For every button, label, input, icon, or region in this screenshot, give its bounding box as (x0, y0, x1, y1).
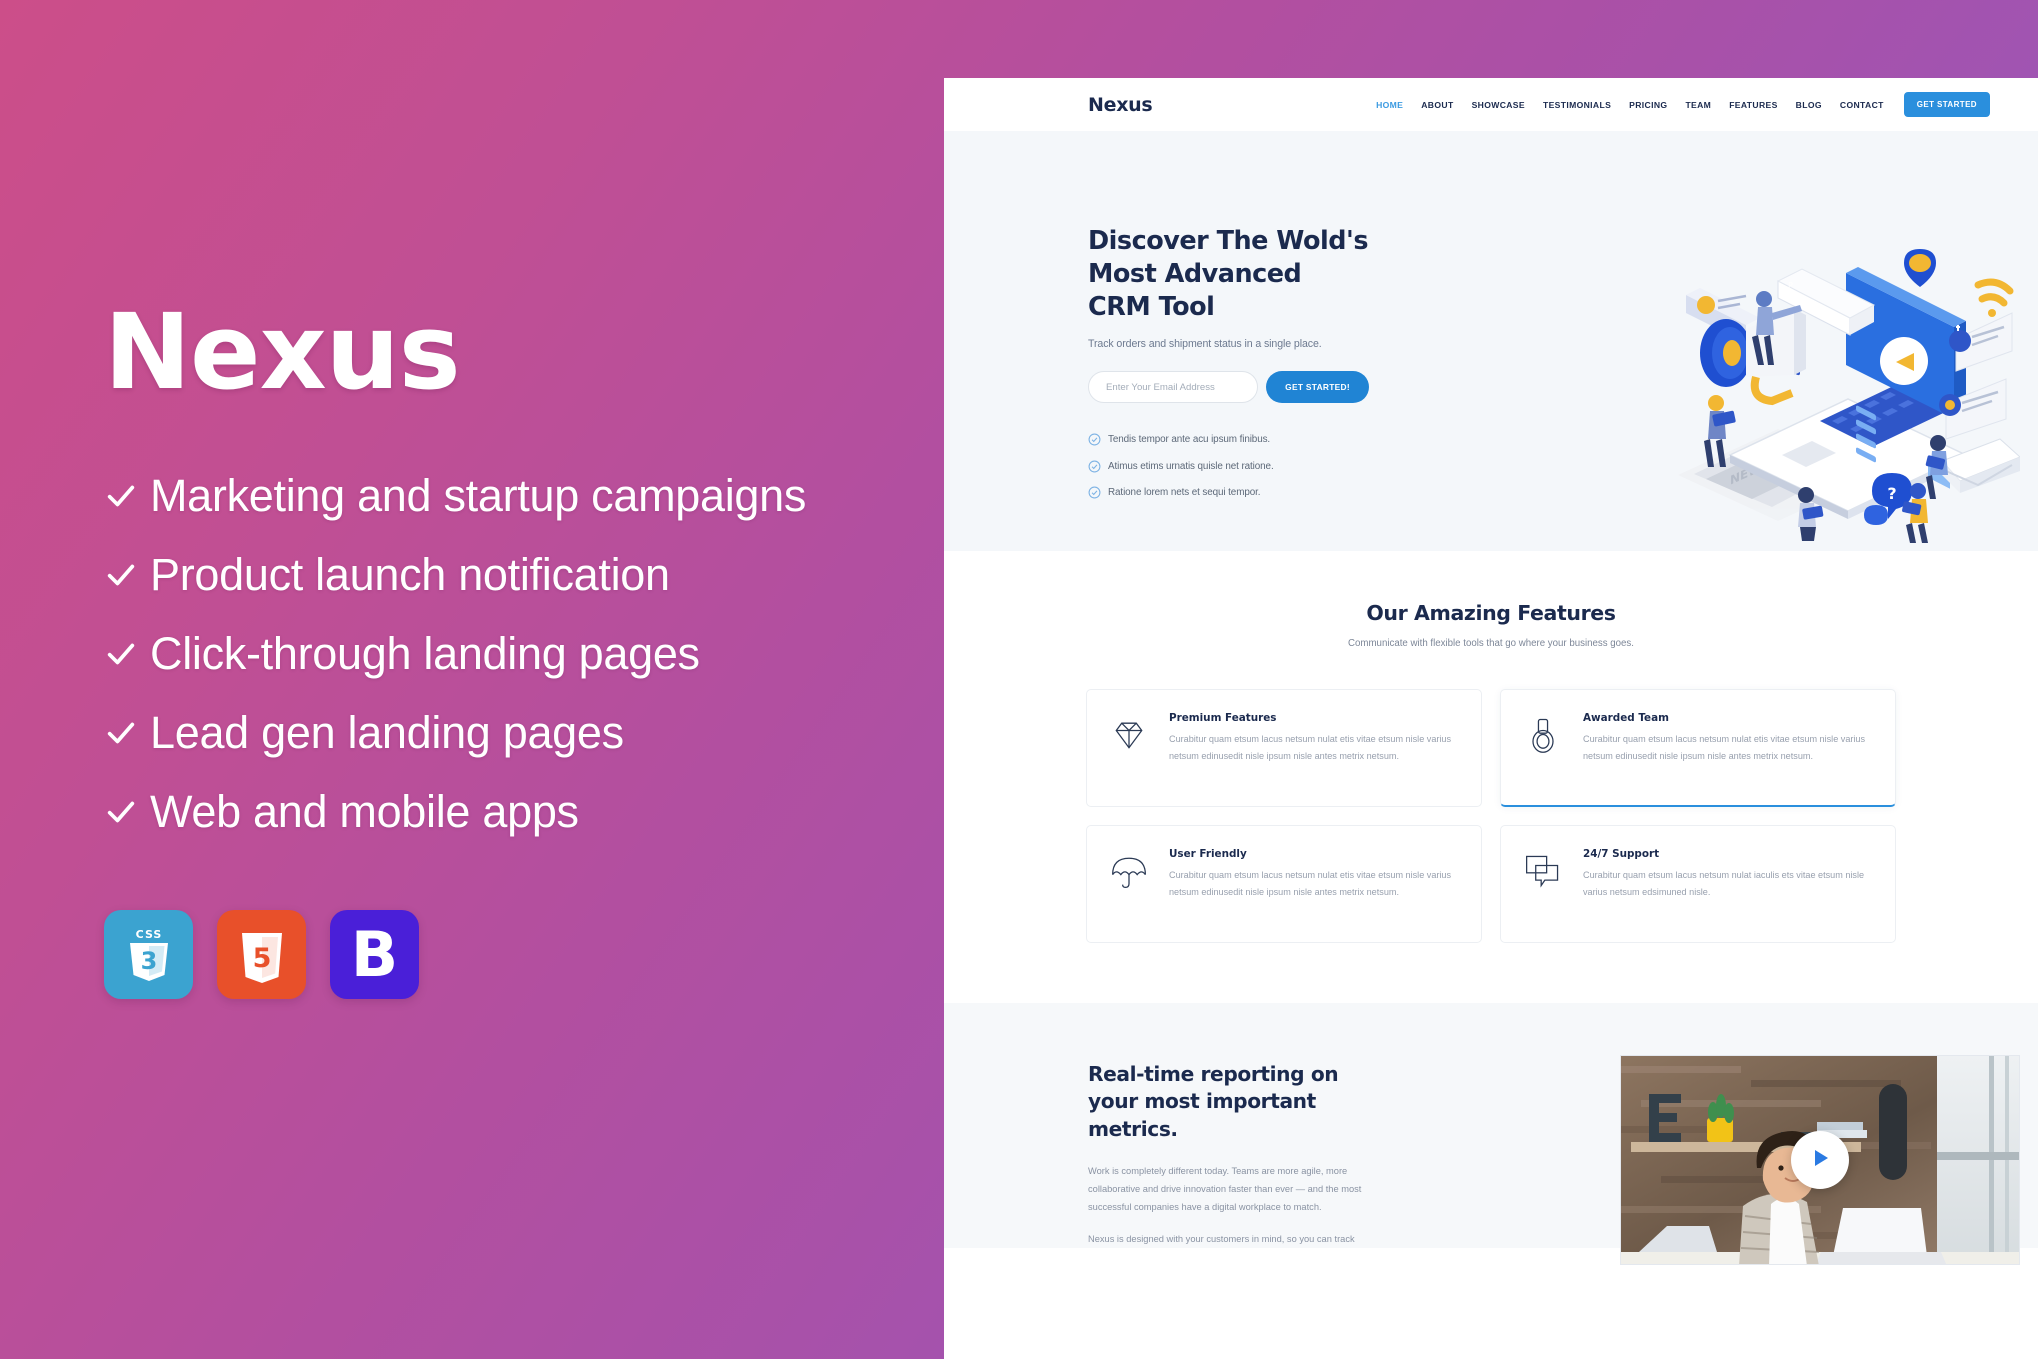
check-circle-icon (1088, 433, 1108, 446)
features-section: Our Amazing Features Communicate with fl… (944, 551, 2038, 1003)
hero-benefit-label: Ratione lorem nets et sequi tempor. (1108, 487, 1261, 499)
css3-badge: CSS 3 (104, 910, 193, 999)
nav-item-pricing[interactable]: PRICING (1620, 100, 1676, 110)
nav-item-blog[interactable]: BLOG (1787, 100, 1831, 110)
hero-benefit-item: Tendis tempor ante acu ipsum finibus. (1088, 433, 1369, 446)
feature-card-text: Curabitur quam etsum lacus netsum nulat … (1169, 734, 1452, 761)
diamond-icon (1109, 712, 1153, 784)
site-logo[interactable]: Nexus (1088, 94, 1153, 116)
svg-text:CSS: CSS (135, 928, 162, 941)
feature-card-title: 24/7 Support (1583, 848, 1660, 860)
promo-item-label: Web and mobile apps (150, 786, 579, 837)
hero-heading: Discover The Wold's Most Advanced CRM To… (1088, 226, 1369, 323)
medal-icon (1523, 712, 1567, 783)
hero-benefit-label: Tendis tempor ante acu ipsum finibus. (1108, 434, 1271, 446)
promo-list-item: Product launch notification (104, 549, 924, 601)
feature-card-user-friendly[interactable]: User Friendly Curabitur quam etsum lacus… (1086, 825, 1482, 943)
feature-card-text: Curabitur quam etsum lacus netsum nulat … (1583, 870, 1865, 897)
promo-list-item: Click-through landing pages (104, 628, 924, 680)
check-icon (104, 716, 150, 750)
bootstrap-badge: B (330, 910, 419, 999)
hero-isometric-illustration: NEWS (1660, 243, 2021, 543)
landing-page-preview: Nexus HOME ABOUT SHOWCASE TESTIMONIALS P… (944, 78, 2038, 1359)
nav-item-about[interactable]: ABOUT (1412, 100, 1462, 110)
promo-item-label: Product launch notification (150, 549, 670, 600)
nav-item-team[interactable]: TEAM (1676, 100, 1720, 110)
hero-section: Discover The Wold's Most Advanced CRM To… (944, 131, 2038, 551)
nav-item-home[interactable]: HOME (1367, 100, 1412, 110)
feature-card-title: Premium Features (1169, 712, 1277, 724)
feature-card-grid: Premium Features Curabitur quam etsum la… (1086, 689, 1896, 943)
chat-icon (1523, 848, 1567, 920)
feature-card-awarded-team[interactable]: Awarded Team Curabitur quam etsum lacus … (1500, 689, 1896, 807)
nav-item-contact[interactable]: CONTACT (1831, 100, 1893, 110)
play-button[interactable] (1791, 1131, 1849, 1189)
hero-submit-button[interactable]: GET STARTED! (1266, 371, 1369, 404)
nav-item-features[interactable]: FEATURES (1720, 100, 1786, 110)
reporting-content: Real-time reporting on your most importa… (944, 1061, 1374, 1248)
feature-card-text: Curabitur quam etsum lacus netsum nulat … (1169, 870, 1452, 897)
nav-item-testimonials[interactable]: TESTIMONIALS (1534, 100, 1620, 110)
reporting-paragraph-1: Work is completely different today. Team… (1088, 1165, 1362, 1213)
hero-benefit-item: Atimus etims urnatis quisle net ratione. (1088, 460, 1369, 473)
umbrella-icon (1109, 848, 1153, 920)
html5-badge: 5 (217, 910, 306, 999)
check-icon (104, 637, 150, 671)
get-started-nav-button[interactable]: GET STARTED (1903, 92, 1990, 117)
feature-card-premium-features[interactable]: Premium Features Curabitur quam etsum la… (1086, 689, 1482, 807)
promo-list-item: Marketing and startup campaigns (104, 470, 924, 522)
check-icon (104, 479, 150, 513)
hero-content: Discover The Wold's Most Advanced CRM To… (944, 209, 1369, 551)
hero-signup-form: GET STARTED! (1088, 371, 1369, 404)
bootstrap-icon: B (350, 917, 399, 991)
feature-card-title: Awarded Team (1583, 712, 1669, 724)
promo-list-item: Lead gen landing pages (104, 707, 924, 759)
site-navbar: Nexus HOME ABOUT SHOWCASE TESTIMONIALS P… (944, 78, 2038, 131)
promo-item-label: Marketing and startup campaigns (150, 470, 807, 521)
reporting-heading: Real-time reporting on your most importa… (1088, 1062, 1339, 1141)
video-thumbnail[interactable] (1620, 1055, 2020, 1265)
feature-card-text: Curabitur quam etsum lacus netsum nulat … (1583, 734, 1866, 761)
reporting-section: Real-time reporting on your most importa… (944, 1003, 2038, 1265)
feature-card-support[interactable]: 24/7 Support Curabitur quam etsum lacus … (1500, 825, 1896, 943)
check-icon (104, 795, 150, 829)
check-circle-icon (1088, 460, 1108, 473)
nav-item-showcase[interactable]: SHOWCASE (1463, 100, 1534, 110)
html5-icon: 5 (235, 925, 289, 985)
main-menu: HOME ABOUT SHOWCASE TESTIMONIALS PRICING… (1367, 92, 1990, 117)
check-icon (104, 558, 150, 592)
hero-benefit-item: Ratione lorem nets et sequi tempor. (1088, 486, 1369, 499)
promo-title: Nexus (104, 291, 461, 413)
email-input[interactable] (1088, 371, 1259, 404)
play-icon (1808, 1146, 1832, 1175)
svg-text:5: 5 (252, 943, 271, 974)
promo-feature-list: Marketing and startup campaigns Product … (104, 470, 924, 838)
check-circle-icon (1088, 486, 1108, 499)
promo-item-label: Click-through landing pages (150, 628, 700, 679)
hero-benefit-label: Atimus etims urnatis quisle net ratione. (1108, 460, 1274, 472)
promo-list-item: Web and mobile apps (104, 786, 924, 838)
css3-icon: CSS 3 (122, 925, 176, 985)
feature-card-title: User Friendly (1169, 848, 1247, 860)
promo-panel: Nexus Marketing and startup campaigns Pr… (104, 300, 924, 999)
features-subtitle: Communicate with flexible tools that go … (1348, 638, 1634, 649)
svg-text:P: P (1788, 281, 1793, 290)
reporting-paragraph-2: Nexus is designed with your customers in… (1088, 1234, 1355, 1245)
hero-subheading: Track orders and shipment status in a si… (1088, 338, 1322, 351)
features-title: Our Amazing Features (1366, 601, 1616, 625)
svg-text:?: ? (1887, 484, 1896, 503)
svg-text:3: 3 (140, 947, 157, 975)
hero-benefit-list: Tendis tempor ante acu ipsum finibus. At… (1088, 433, 1369, 499)
promo-item-label: Lead gen landing pages (150, 707, 624, 758)
tech-badges: CSS 3 5 B (104, 910, 924, 999)
